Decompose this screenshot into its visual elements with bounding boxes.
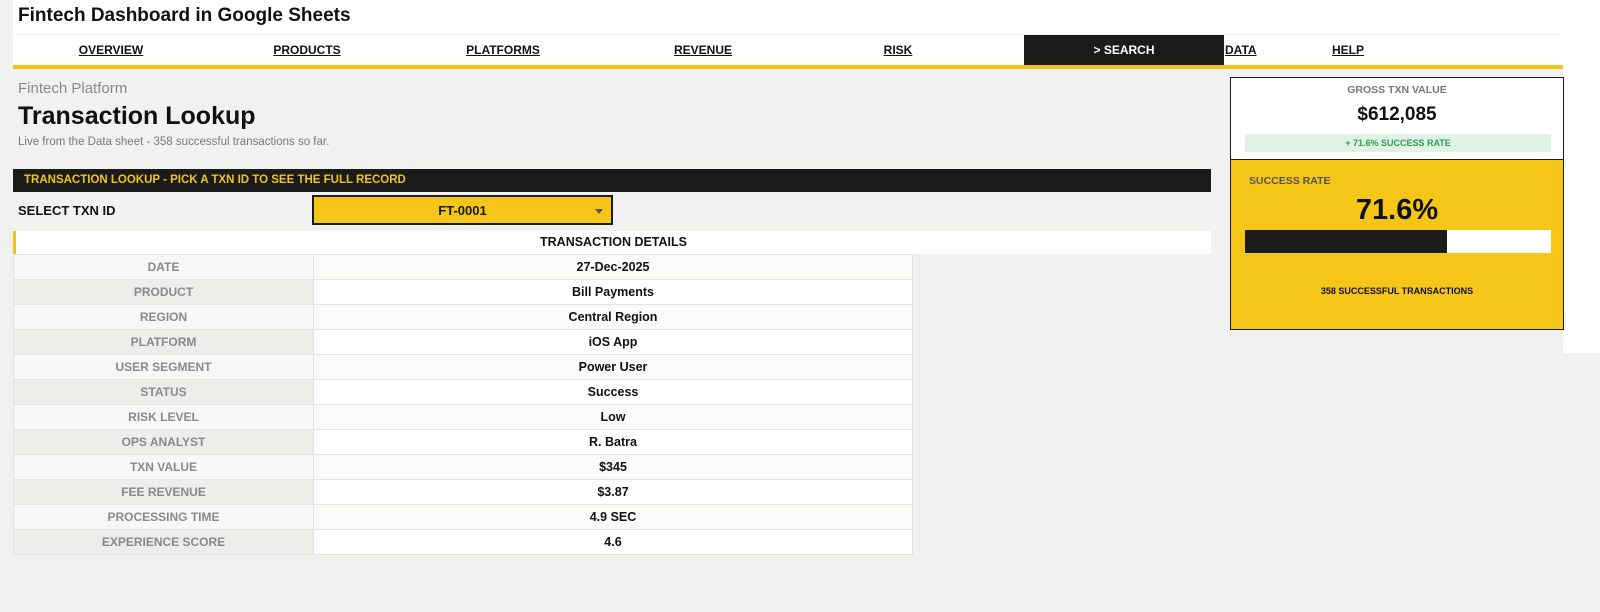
detail-value: R. Batra — [313, 429, 913, 455]
detail-label: USER SEGMENT — [13, 354, 314, 380]
transaction-details-table: DATE 27-Dec-2025 PRODUCT Bill Payments REG… — [13, 254, 913, 555]
detail-value: Central Region — [313, 304, 913, 330]
detail-label: OPS ANALYST — [13, 429, 314, 455]
table-row: RISK LEVEL Low — [13, 404, 913, 430]
detail-value: iOS App — [313, 329, 913, 355]
detail-label: REGION — [13, 304, 314, 330]
detail-value: Bill Payments — [313, 279, 913, 305]
table-row: PRODUCT Bill Payments — [13, 279, 913, 305]
detail-value: 4.9 SEC — [313, 504, 913, 530]
nav-tab-search[interactable]: > SEARCH — [1024, 35, 1224, 65]
detail-value: $345 — [313, 454, 913, 480]
nav-tab-data[interactable]: DATA — [1225, 35, 1275, 65]
gross-txn-value-card: GROSS TXN VALUE $612,085 + 71.6% SUCCESS… — [1230, 77, 1564, 160]
select-txn-label: SELECT TXN ID — [18, 203, 116, 218]
nav-tab-revenue[interactable]: REVENUE — [665, 35, 741, 65]
success-rate-progress-track — [1245, 230, 1551, 253]
detail-label: PROCESSING TIME — [13, 504, 314, 530]
success-rate-label: SUCCESS RATE — [1249, 175, 1331, 187]
detail-value: 27-Dec-2025 — [313, 254, 913, 280]
detail-value: 4.6 — [313, 529, 913, 555]
gross-txn-label: GROSS TXN VALUE — [1347, 84, 1447, 96]
table-row: OPS ANALYST R. Batra — [13, 429, 913, 455]
detail-value: Power User — [313, 354, 913, 380]
detail-value: $3.87 — [313, 479, 913, 505]
detail-label: TXN VALUE — [13, 454, 314, 480]
title-bar: Fintech Dashboard in Google Sheets — [13, 0, 1563, 34]
detail-label: EXPERIENCE SCORE — [13, 529, 314, 555]
table-row: PROCESSING TIME 4.9 SEC — [13, 504, 913, 530]
table-row: EXPERIENCE SCORE 4.6 — [13, 529, 913, 555]
success-rate-card: SUCCESS RATE 71.6% 358 SUCCESSFUL TRANSA… — [1230, 160, 1564, 330]
table-row: DATE 27-Dec-2025 — [13, 254, 913, 280]
app-title: Fintech Dashboard in Google Sheets — [18, 5, 351, 26]
success-rate-progress-fill — [1245, 230, 1447, 253]
detail-label: PRODUCT — [13, 279, 314, 305]
txn-id-selected-value: FT-0001 — [438, 203, 487, 218]
nav-tab-products[interactable]: PRODUCTS — [269, 35, 345, 65]
nav-tab-help[interactable]: HELP — [1323, 35, 1373, 65]
table-row: STATUS Success — [13, 379, 913, 405]
detail-value: Low — [313, 404, 913, 430]
dropdown-caret-icon[interactable] — [595, 209, 603, 214]
transaction-details-header: TRANSACTION DETAILS — [13, 231, 1211, 254]
success-rate-chip: + 71.6% SUCCESS RATE — [1245, 134, 1551, 152]
txn-id-dropdown[interactable]: FT-0001 — [312, 195, 613, 225]
success-rate-value: 71.6% — [1355, 194, 1439, 226]
table-row: PLATFORM iOS App — [13, 329, 913, 355]
detail-label: RISK LEVEL — [13, 404, 314, 430]
nav-tab-overview[interactable]: OVERVIEW — [73, 35, 149, 65]
nav-bar: OVERVIEW PRODUCTS PLATFORMS REVENUE RISK… — [13, 35, 1563, 69]
detail-value: Success — [313, 379, 913, 405]
table-row: FEE REVENUE $3.87 — [13, 479, 913, 505]
lookup-section-header: TRANSACTION LOOKUP - PICK A TXN ID TO SE… — [13, 169, 1211, 192]
table-row: TXN VALUE $345 — [13, 454, 913, 480]
page-eyebrow: Fintech Platform — [18, 80, 128, 97]
detail-label: STATUS — [13, 379, 314, 405]
detail-label: DATE — [13, 254, 314, 280]
sheet-edge — [1563, 0, 1600, 353]
page-subtitle: Live from the Data sheet - 358 successfu… — [18, 136, 330, 148]
successful-transactions-count: 358 SUCCESSFUL TRANSACTIONS — [1320, 286, 1474, 296]
nav-accent-rule — [13, 65, 1563, 69]
page-title: Transaction Lookup — [18, 102, 256, 130]
gross-txn-value: $612,085 — [1357, 104, 1437, 125]
nav-tab-risk[interactable]: RISK — [873, 35, 923, 65]
table-row: REGION Central Region — [13, 304, 913, 330]
table-row: USER SEGMENT Power User — [13, 354, 913, 380]
detail-label: FEE REVENUE — [13, 479, 314, 505]
nav-tab-platforms[interactable]: PLATFORMS — [463, 35, 543, 65]
detail-label: PLATFORM — [13, 329, 314, 355]
